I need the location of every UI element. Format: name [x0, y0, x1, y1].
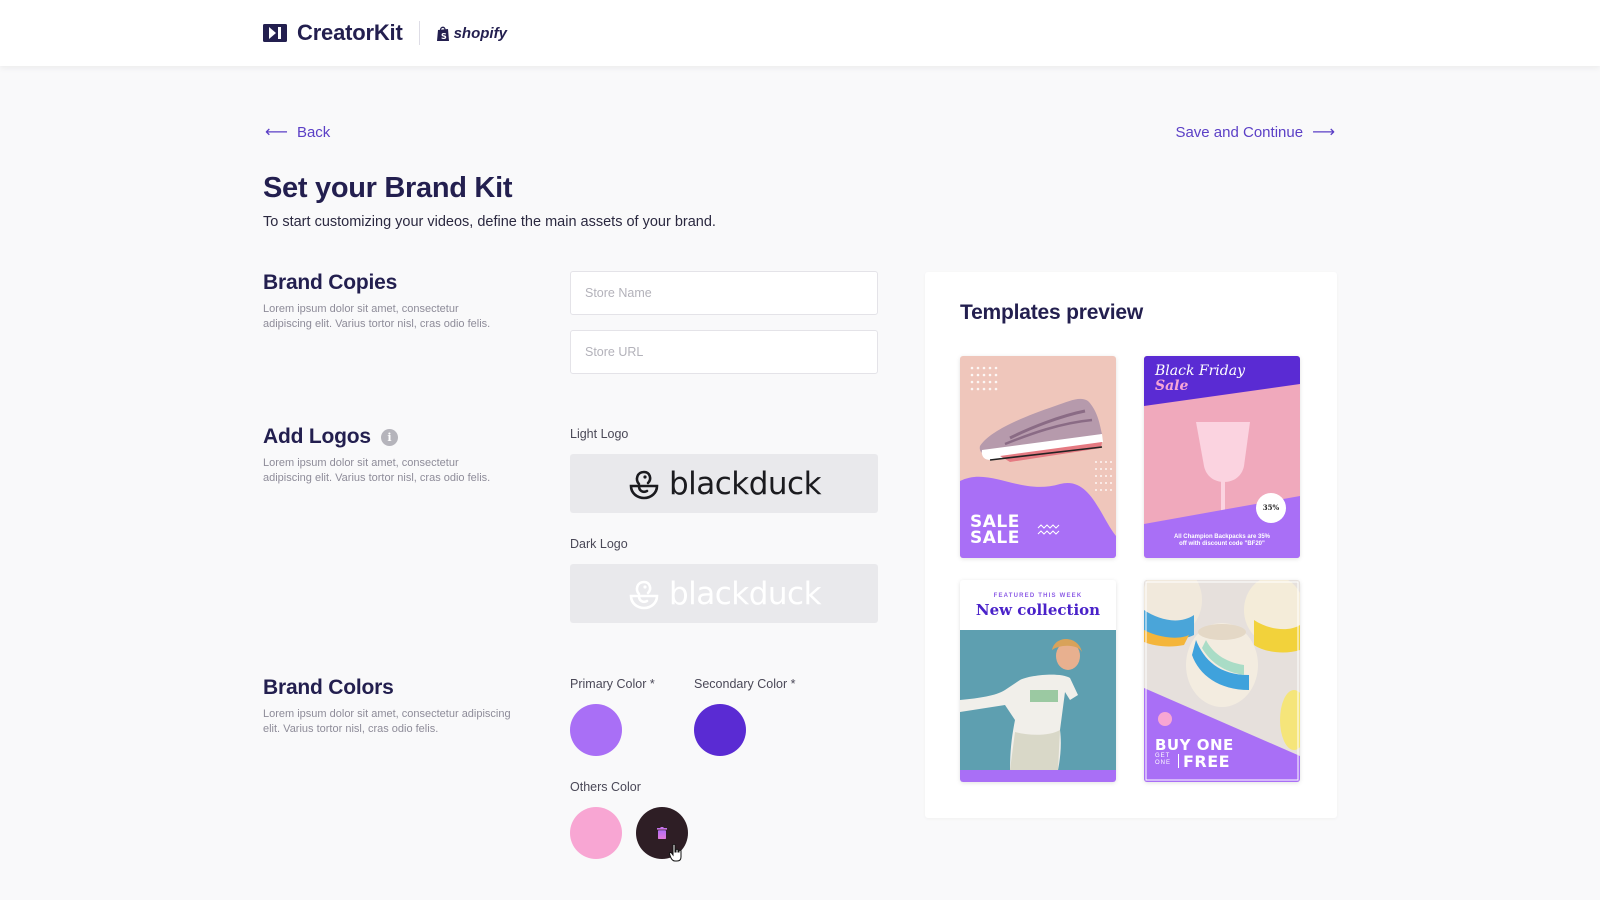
promo-line: All Champion Backpacks are 35%: [1173, 534, 1271, 540]
light-logo-text: blackduck: [668, 465, 822, 502]
brand-copies-description: Lorem ipsum dolor sit amet, consectetur …: [263, 302, 490, 332]
hand-cursor-icon: [669, 844, 682, 862]
description-line: adipiscing elit. Varius tortor nisl, cra…: [263, 472, 491, 484]
app-name: CreatorKit: [297, 20, 403, 45]
dark-logo-text: blackduck: [668, 575, 822, 612]
brand-divider: [418, 21, 420, 45]
templates-preview-title: Templates preview: [960, 301, 1143, 324]
secondary-color-swatch[interactable]: [694, 704, 746, 756]
description-line: adipiscing elit. Varius tortor nisl, cra…: [263, 318, 491, 330]
get-line: GET: [1155, 753, 1171, 759]
discount-badge-text: 35%: [1263, 503, 1280, 512]
arrow-left-icon: ⟵: [265, 124, 288, 141]
primary-color-swatch[interactable]: [570, 704, 622, 756]
separator: [1178, 754, 1179, 768]
description-line: elit. Varius tortor nisl, cras odio feli…: [263, 723, 439, 735]
dark-logo-upload[interactable]: blackduck: [570, 564, 878, 623]
add-logos-title-text: Add Logos: [263, 425, 371, 448]
shopify-bag-icon: S: [436, 26, 449, 41]
description-line: Lorem ipsum dolor sit amet, consectetur: [263, 303, 459, 315]
duck-logo-icon: [629, 470, 659, 499]
promo-line: off with discount code "BF20": [1179, 541, 1265, 547]
duck-logo-icon: [629, 580, 659, 609]
brand-colors-description: Lorem ipsum dolor sit amet, consectetur …: [263, 707, 511, 737]
store-url-input[interactable]: [570, 330, 878, 374]
description-line: Lorem ipsum dolor sit amet, consectetur: [263, 457, 459, 469]
template-kicker: FEATURED THIS WEEK: [993, 593, 1083, 599]
description-line: Lorem ipsum dolor sit amet, consectetur …: [263, 708, 511, 720]
brand-colors-title-text: Brand Colors: [263, 676, 394, 699]
save-label: Save and Continue: [1175, 123, 1304, 141]
dark-logo-label: Dark Logo: [570, 537, 628, 551]
save-and-continue-button[interactable]: Save and Continue ⟶: [1175, 122, 1335, 142]
brand-colors-title: Brand Colors: [263, 676, 394, 700]
template-promo-text: All Champion Backpacks are 35% off with …: [1144, 534, 1300, 548]
template-headline: SALE SALE: [970, 514, 1020, 548]
info-icon[interactable]: i: [380, 428, 398, 446]
primary-color-label: Primary Color *: [570, 677, 655, 691]
svg-text:S: S: [441, 32, 447, 41]
template-get-one: GET ONE: [1155, 753, 1171, 767]
headline-line: Black Friday: [1155, 363, 1245, 379]
template-new-collection[interactable]: FEATURED THIS WEEK New collection: [960, 580, 1116, 782]
template-sneaker-sale[interactable]: SALE SALE: [960, 356, 1116, 558]
back-label: Back: [296, 123, 331, 141]
partner-name: shopify: [453, 24, 507, 42]
others-color-label: Others Color: [570, 780, 641, 794]
light-logo-upload[interactable]: blackduck: [570, 454, 878, 513]
template-headline-2: FREE: [1183, 752, 1231, 771]
top-bar: CreatorKit S shopify: [0, 0, 1600, 66]
page-title: Set your Brand Kit: [263, 172, 513, 204]
headline-line: Sale: [1155, 378, 1189, 394]
template-headline: Black Friday Sale: [1155, 364, 1245, 394]
brand-copies-title-text: Brand Copies: [263, 271, 398, 294]
add-logos-description: Lorem ipsum dolor sit amet, consectetur …: [263, 456, 490, 486]
brand-copies-title: Brand Copies: [263, 271, 397, 295]
get-line: ONE: [1155, 760, 1172, 766]
back-button[interactable]: ⟵ Back: [265, 122, 330, 142]
arrow-right-icon: ⟶: [1312, 124, 1335, 141]
page-subtitle: To start customizing your videos, define…: [263, 214, 716, 230]
brand: CreatorKit S shopify: [263, 20, 507, 46]
template-headline: New collection: [975, 601, 1101, 619]
other-color-swatch[interactable]: [570, 807, 622, 859]
secondary-color-label: Secondary Color *: [694, 677, 796, 691]
template-buy-one[interactable]: BUY ONE GET ONE FREE: [1144, 580, 1300, 782]
partner-logo: S shopify: [436, 25, 507, 42]
store-name-input[interactable]: [570, 271, 878, 315]
template-black-friday[interactable]: 35% Black Friday Sale All Champion Backp…: [1144, 356, 1300, 558]
play-logo-icon: [263, 24, 287, 42]
add-logos-title: Add Logos i: [263, 425, 398, 449]
headline-line: SALE: [970, 528, 1020, 548]
light-logo-label: Light Logo: [570, 427, 629, 441]
trash-icon[interactable]: [657, 827, 667, 839]
